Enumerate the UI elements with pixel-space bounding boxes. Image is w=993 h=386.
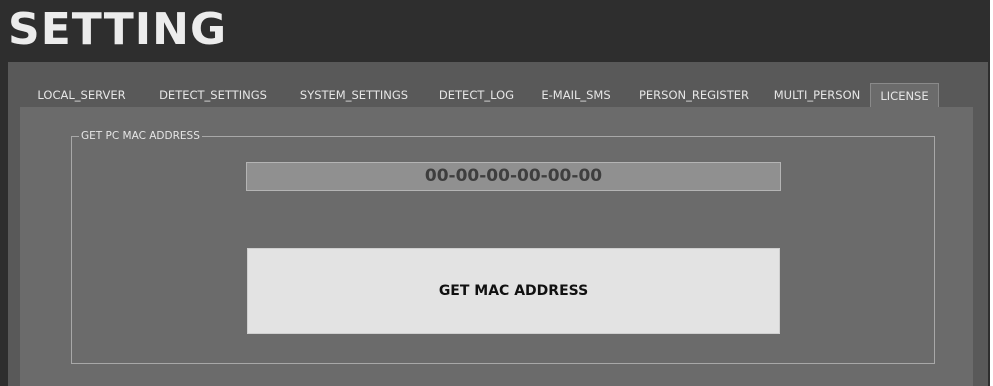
tab-email-sms[interactable]: E-MAIL_SMS <box>528 83 624 107</box>
tab-license[interactable]: LICENSE <box>870 83 939 108</box>
tab-detect-log[interactable]: DETECT_LOG <box>425 83 528 107</box>
tab-person-register[interactable]: PERSON_REGISTER <box>624 83 764 107</box>
mac-address-display: 00-00-00-00-00-00 <box>246 162 781 191</box>
tab-detect-settings[interactable]: DETECT_SETTINGS <box>143 83 283 107</box>
tab-local-server[interactable]: LOCAL_SERVER <box>20 83 143 107</box>
tab-system-settings[interactable]: SYSTEM_SETTINGS <box>283 83 425 107</box>
page-title: SETTING <box>8 4 228 55</box>
tab-multi-person[interactable]: MULTI_PERSON <box>764 83 870 107</box>
get-mac-address-button[interactable]: GET MAC ADDRESS <box>247 248 780 334</box>
groupbox-title: GET PC MAC ADDRESS <box>79 129 202 143</box>
tab-strip: LOCAL_SERVER DETECT_SETTINGS SYSTEM_SETT… <box>20 83 939 108</box>
